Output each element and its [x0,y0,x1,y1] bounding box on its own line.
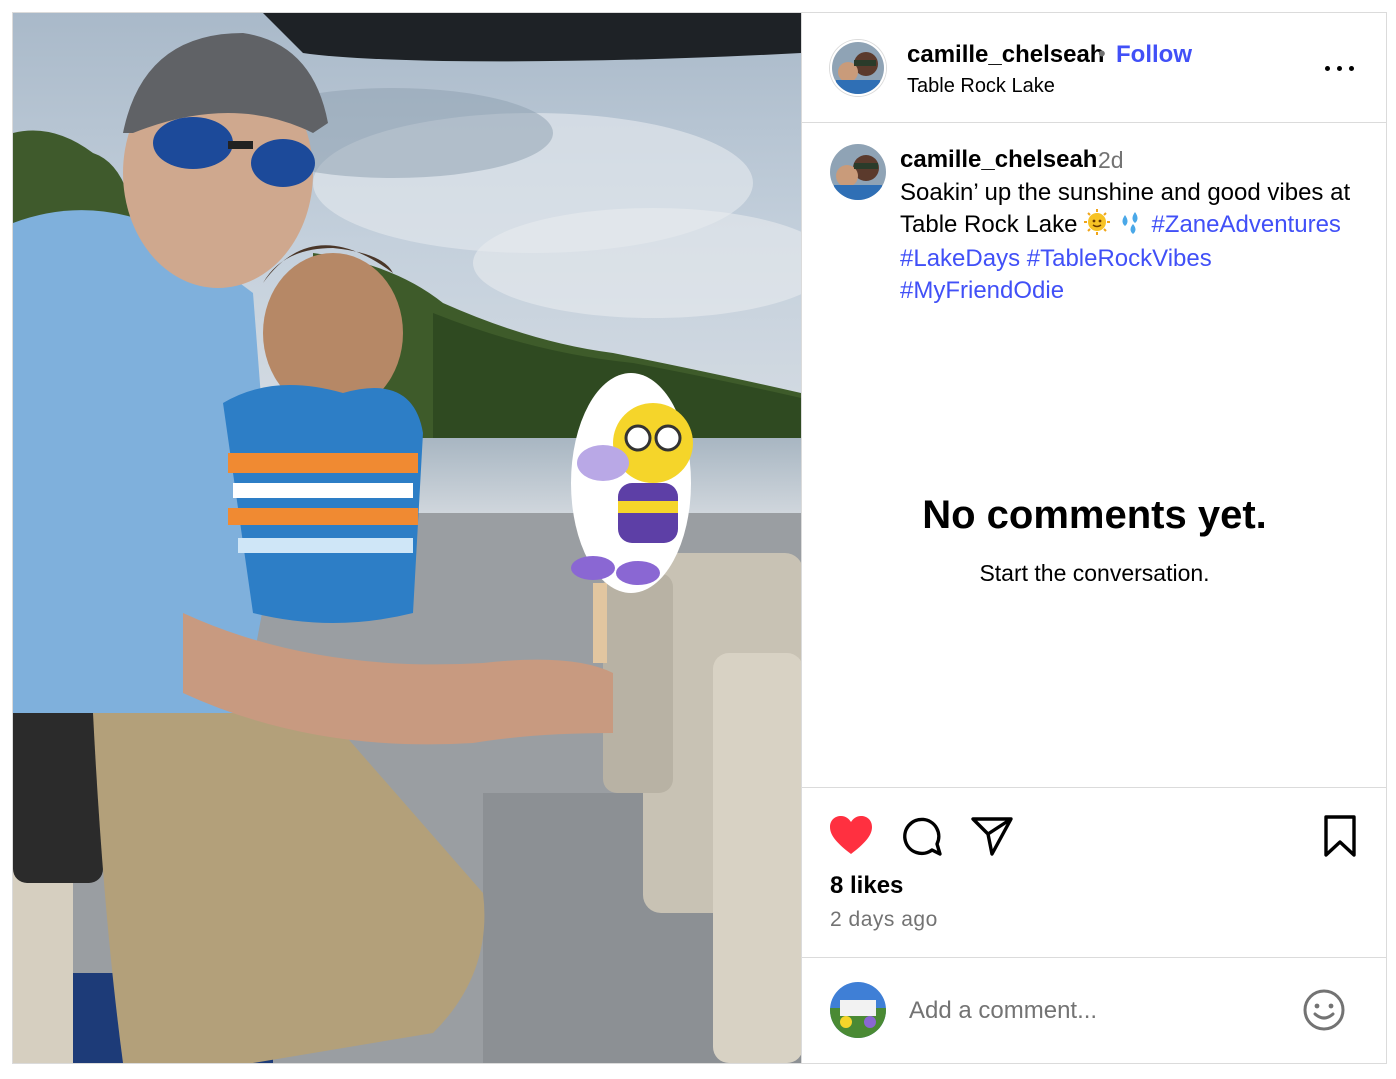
boat-photo-illustration [13,13,801,1063]
likes-count[interactable]: 8 likes [830,872,903,900]
comment-bubble-icon[interactable] [900,814,944,863]
bookmark-icon[interactable] [1320,814,1360,863]
post-details-panel: camille_chelseah • Follow Table Rock Lak… [801,13,1387,1063]
header-separator: • [1098,41,1106,66]
caption-author-avatar[interactable] [830,144,886,200]
post-header: camille_chelseah • Follow Table Rock Lak… [802,13,1387,123]
heart-filled-icon[interactable] [828,814,874,861]
post-date[interactable]: 2 days ago [830,908,938,932]
caption-timestamp[interactable]: 2d [1098,147,1124,174]
avatar-image [830,982,886,1038]
author-avatar[interactable] [830,40,886,96]
no-comments-subtitle: Start the conversation. [979,560,1210,586]
caption-line-2: Table Rock Lake [900,210,1078,238]
post-location[interactable]: Table Rock Lake [907,75,1055,98]
hashtag-link[interactable]: #TableRockVibes [1027,245,1212,272]
follow-button[interactable]: Follow [1116,41,1192,69]
smiley-icon[interactable] [1302,988,1346,1037]
hashtag-link[interactable]: #ZaneAdventures [1151,211,1340,238]
post-actions: 8 likes 2 days ago [802,787,1387,957]
add-comment-bar [802,957,1387,1063]
more-options-icon[interactable] [1322,55,1358,83]
avatar-image [832,42,884,94]
author-username[interactable]: camille_chelseah [907,41,1104,69]
post-photo[interactable] [13,13,801,1063]
no-comments-title: No comments yet. [922,493,1267,537]
current-user-avatar[interactable] [830,982,886,1038]
hashtag-link[interactable]: #MyFriendOdie [900,277,1064,304]
hashtag-link[interactable]: #LakeDays [900,245,1020,272]
caption-text: Soakin’ up the sunshine and good vibes a… [900,177,1370,306]
post-dialog: camille_chelseah • Follow Table Rock Lak… [12,12,1387,1064]
avatar-image [830,144,886,200]
sun-face-emoji [1084,208,1111,244]
sweat-droplets-emoji [1117,209,1145,244]
caption-username[interactable]: camille_chelseah [900,146,1097,174]
comment-input[interactable] [907,990,1291,1032]
caption-line-1: Soakin’ up the sunshine and good vibes a… [900,179,1351,206]
paper-plane-icon[interactable] [970,814,1014,863]
